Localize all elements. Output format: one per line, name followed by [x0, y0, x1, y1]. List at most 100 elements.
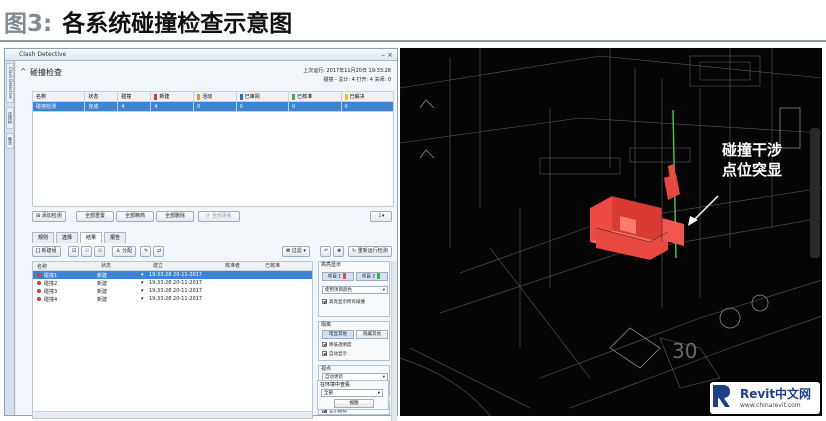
chevron-down-icon: ▾	[377, 391, 380, 396]
chevron-down-icon[interactable]: ▾	[141, 296, 149, 302]
side-tab-sets[interactable]: 集合	[6, 133, 14, 149]
clash-result-row[interactable]: 碰撞3 新建 ▾ 19:33:28 20-11-2017	[33, 287, 312, 295]
results-header: 名称 状态 建立 核准者 已核准	[33, 262, 312, 271]
new-group-button[interactable]: [] 新建组	[32, 246, 61, 257]
figure-title: 图3: 各系统碰撞检查示意图	[4, 4, 292, 38]
figure-number: 图3:	[4, 11, 53, 37]
results-col-header[interactable]: 名称	[33, 262, 97, 270]
results-toolbar: [] 新建组 ⊡ ⊟ ⊠ ♙ 分配 ✎ ⇄ ⛃ 过滤 ▾ ↶ ✥ ↻ 重新运行检…	[32, 246, 392, 258]
dim-other-button[interactable]: 暗显其他	[322, 330, 354, 339]
filter-dropdown[interactable]: ⛃ 过滤 ▾	[282, 246, 310, 257]
chevron-down-icon[interactable]: ▾	[141, 272, 149, 278]
clash-status-cell[interactable]: 新建	[97, 288, 141, 295]
3d-viewport[interactable]: 30 碰撞干涉 点位突显 Revit中文网 www.chinarevit.com	[400, 48, 822, 416]
auto-reveal-checkbox[interactable]: 自动显示	[322, 351, 347, 357]
clash-created-cell: 19:33:28 20-11-2017	[149, 272, 203, 278]
results-col-header[interactable]: 建立	[149, 262, 221, 270]
export-dropdown-button[interactable]: ⇩▾	[370, 211, 392, 222]
rerun-test-button[interactable]: ↻ 重新运行检测	[348, 246, 392, 257]
clash-panel: ^ 碰撞检查 上次运行: 2017年11月20日 19:33:28 碰撞 - 总…	[16, 61, 397, 421]
callout-line-1: 碰撞干涉	[722, 141, 783, 159]
highlight-all-checkbox[interactable]: 高亮显示所有碰撞	[322, 299, 365, 305]
summary-col-header[interactable]: 活动	[193, 91, 237, 102]
results-col-header[interactable]: 已核准	[261, 262, 301, 270]
update-all-button[interactable]: ⟳ 全部更新	[198, 211, 240, 222]
clash-detective-window: Clash Detective – × Clash Detective 选择树 …	[4, 48, 398, 421]
reset-all-button[interactable]: 全部重置	[76, 211, 114, 222]
callout-arrow	[691, 195, 719, 223]
test-cell: 0	[193, 101, 237, 112]
ungroup-icon[interactable]: ⊟	[81, 246, 92, 257]
side-tab-selection-tree[interactable]: 选择树	[6, 107, 14, 129]
model-render: 30	[400, 48, 822, 416]
tab-rules[interactable]: 规则	[32, 232, 55, 243]
assign-button[interactable]: ♙ 分配	[112, 246, 137, 257]
view-in-env-title: 在环境中查看	[320, 382, 351, 388]
view-button[interactable]: 视图	[334, 399, 374, 408]
clash-status-cell[interactable]: 新建	[97, 280, 141, 287]
highlight-mode-select[interactable]: 使用项目颜色 ▾	[322, 286, 388, 294]
clash-name-cell: 碰撞2	[33, 280, 97, 287]
summary-col-header[interactable]: 碰撞	[117, 91, 152, 102]
test-summary-header: 名称 状态 碰撞 新建 活动 已审阅 已核准 已解决	[31, 91, 395, 102]
clash-name-cell: 碰撞3	[33, 288, 97, 295]
compact-all-button[interactable]: 全部精简	[116, 211, 154, 222]
highlight-title: 高亮显示	[321, 262, 342, 268]
header-spacer	[141, 262, 149, 270]
results-horizontal-scrollbar[interactable]	[33, 411, 312, 418]
tab-report[interactable]: 报告	[104, 232, 127, 243]
window-titlebar: Clash Detective – ×	[5, 49, 397, 61]
delete-all-button[interactable]: 全部删除	[156, 211, 194, 222]
sync-icon[interactable]: ⇄	[153, 246, 164, 257]
status-color-swatch	[239, 93, 243, 100]
callout-line-2: 点位突显	[722, 161, 783, 179]
clash-status-cell[interactable]: 新建	[97, 272, 141, 279]
summary-col-header[interactable]: 新建	[150, 91, 195, 102]
clash-status-cell[interactable]: 新建	[97, 296, 141, 303]
group-tool-icon[interactable]: ⊡	[68, 246, 79, 257]
tab-select[interactable]: 选择	[56, 232, 79, 243]
figure-caption: 各系统碰撞检查示意图	[62, 11, 293, 37]
chevron-down-icon[interactable]: ▾	[141, 288, 149, 294]
undo-icon[interactable]: ↶	[320, 246, 331, 257]
viewpoint-title: 视点	[321, 366, 332, 372]
item2-toggle[interactable]: 项目 2	[356, 272, 388, 281]
collapse-chevron-icon[interactable]: ^	[20, 67, 27, 76]
add-test-button[interactable]: ⊞ 添加检测	[32, 211, 66, 222]
logo-url: www.chinarevit.com	[740, 402, 801, 409]
summary-col-header[interactable]: 已审阅	[235, 91, 290, 102]
isolate-title: 隔离	[321, 322, 332, 328]
hide-other-button[interactable]: 隐藏其他	[356, 330, 388, 339]
reduce-transparency-checkbox[interactable]: 降低透明度	[322, 342, 352, 348]
test-summary-table: 名称 状态 碰撞 新建 活动 已审阅 已核准 已解决 碰撞检测 完成 4 4 0 0 0 0	[31, 91, 395, 112]
results-col-header[interactable]: 状态	[97, 262, 141, 270]
clash-result-row[interactable]: 碰撞1 新建 ▾ 19:33:28 20-11-2017	[33, 271, 312, 279]
floor-marking: 30	[672, 339, 697, 363]
clash-result-row[interactable]: 碰撞4 新建 ▾ 19:33:28 20-11-2017	[33, 295, 312, 303]
test-row[interactable]: 碰撞检测 完成 4 4 0 0 0 0	[31, 101, 395, 112]
environment-mode-select[interactable]: 全部 ▾	[321, 389, 383, 397]
settings-vertical-scrollbar[interactable]	[391, 261, 397, 421]
window-controls[interactable]: – ×	[381, 49, 393, 61]
tab-results[interactable]: 结果	[80, 232, 103, 243]
clash-result-row[interactable]: 碰撞2 新建 ▾ 19:33:28 20-11-2017	[33, 279, 312, 287]
chevron-down-icon: ▾	[382, 288, 385, 293]
side-tab-clash[interactable]: Clash Detective	[6, 63, 14, 103]
status-color-swatch	[344, 93, 348, 100]
clash-callout: 碰撞干涉 点位突显	[722, 140, 782, 180]
summary-col-header[interactable]: 已解决	[340, 91, 395, 102]
summary-col-header[interactable]: 名称	[31, 91, 86, 102]
summary-col-header[interactable]: 状态	[84, 91, 119, 102]
site-logo: Revit中文网 www.chinarevit.com	[710, 382, 820, 414]
navigation-bar[interactable]	[810, 128, 820, 258]
item1-toggle[interactable]: 项目 1	[322, 272, 354, 281]
isolate-group: 隔离 暗显其他 隐藏其他 降低透明度 自动显示	[318, 321, 390, 361]
status-dot-icon	[37, 289, 41, 293]
transform-icon[interactable]: ✥	[333, 246, 344, 257]
explode-icon[interactable]: ⊠	[94, 246, 105, 257]
results-col-header[interactable]: 核准者	[221, 262, 261, 270]
summary-col-header[interactable]: 已核准	[288, 91, 342, 102]
chevron-down-icon[interactable]: ▾	[141, 280, 149, 286]
test-cell: 0	[288, 101, 342, 112]
comment-icon[interactable]: ✎	[140, 246, 151, 257]
